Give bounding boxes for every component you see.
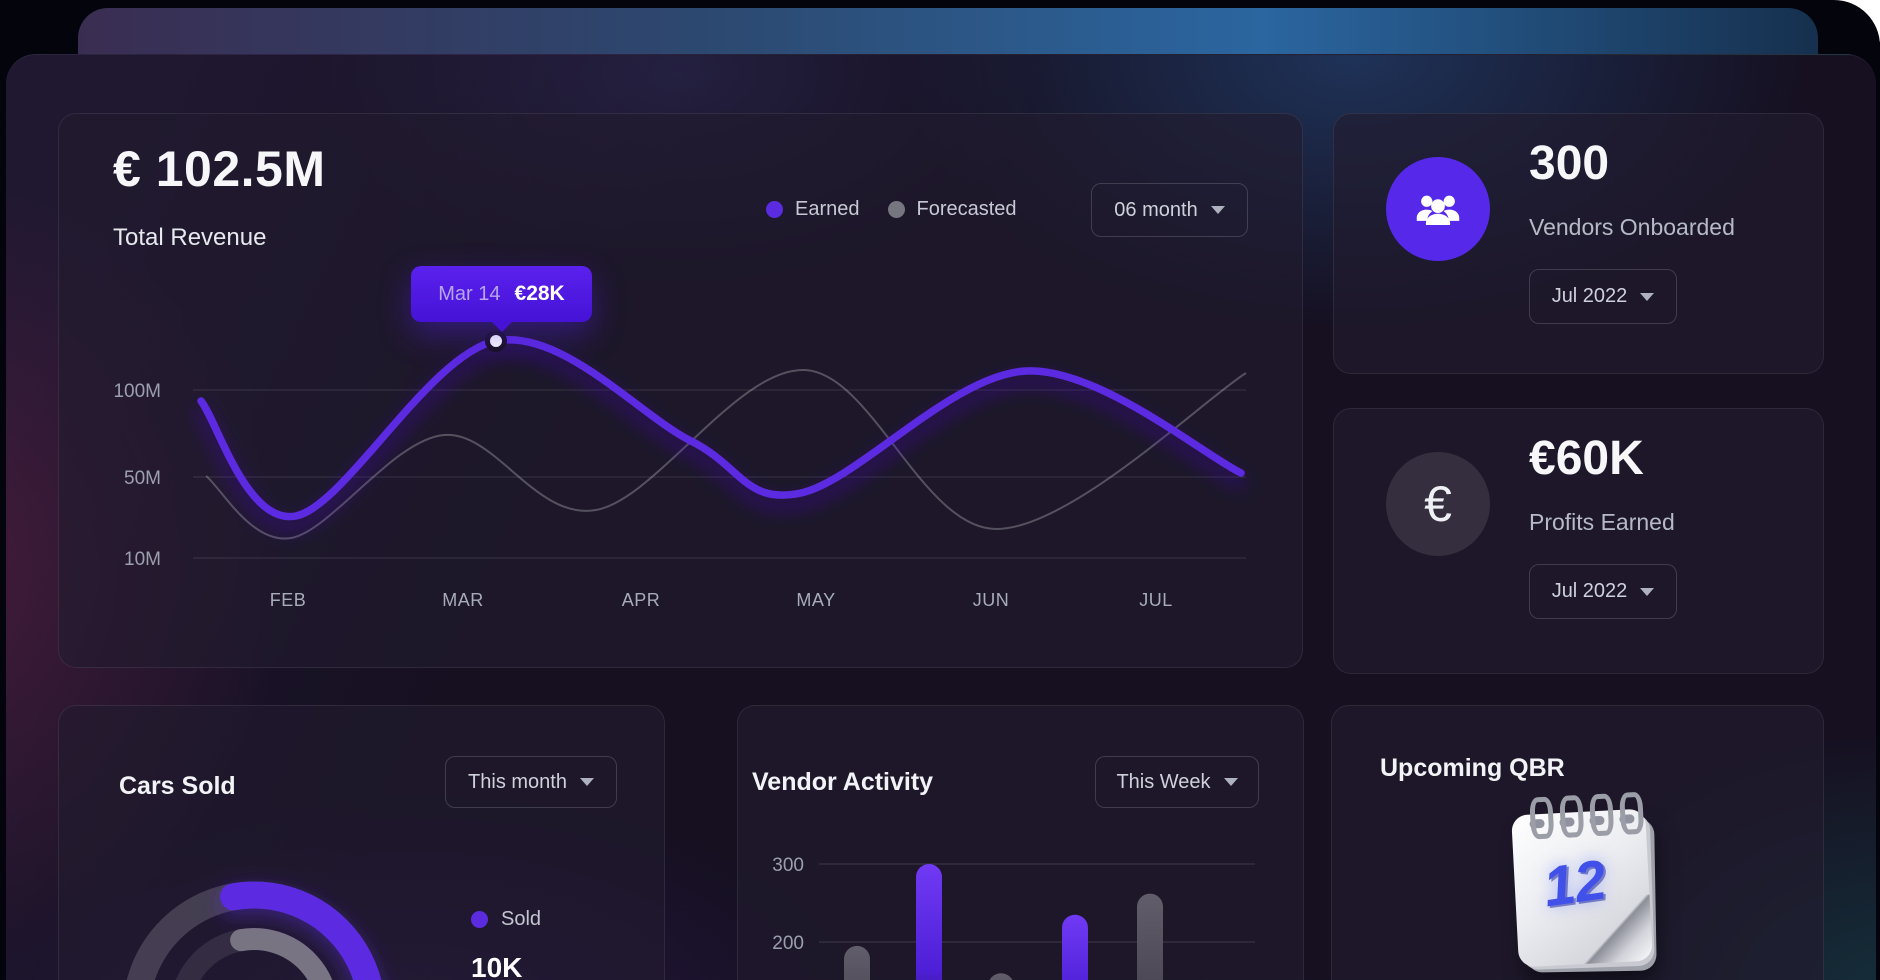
profits-earned-card: € €60K Profits Earned Jul 2022: [1333, 408, 1824, 674]
legend-forecasted-label: Forecasted: [917, 198, 1017, 221]
svg-text:MAR: MAR: [442, 590, 484, 610]
revenue-label: Total Revenue: [113, 224, 266, 252]
chevron-down-icon: [1224, 778, 1238, 786]
calendar-ring-icon: [1559, 795, 1584, 838]
activity-range-dropdown[interactable]: This Week: [1095, 756, 1259, 808]
svg-text:APR: APR: [622, 590, 661, 610]
vendors-month-dropdown[interactable]: Jul 2022: [1529, 269, 1677, 324]
revenue-legend: Earned Forecasted: [766, 198, 1017, 221]
legend-earned-label: Earned: [795, 198, 860, 221]
profits-label: Profits Earned: [1529, 509, 1675, 536]
sold-legend[interactable]: Sold: [471, 908, 541, 931]
svg-text:50M: 50M: [124, 468, 161, 489]
cars-range-dropdown[interactable]: This month: [445, 756, 617, 808]
svg-text:10M: 10M: [124, 549, 161, 570]
people-icon: [1413, 184, 1463, 234]
calendar-icon: 12: [1511, 809, 1653, 968]
chevron-down-icon: [1640, 588, 1654, 596]
profits-month-value: Jul 2022: [1552, 580, 1628, 603]
chevron-down-icon: [580, 778, 594, 786]
calendar-ring-icon: [1589, 793, 1614, 836]
profits-month-dropdown[interactable]: Jul 2022: [1529, 564, 1677, 619]
upcoming-qbr-card: Upcoming QBR 12: [1331, 705, 1824, 980]
revenue-range-value: 06 month: [1114, 199, 1197, 222]
vendors-onboarded-card: 300 Vendors Onboarded Jul 2022: [1333, 113, 1824, 374]
cars-donut-chart: [59, 706, 664, 980]
euro-icon: €: [1424, 475, 1452, 533]
vendors-label: Vendors Onboarded: [1529, 214, 1735, 241]
vendors-value: 300: [1529, 136, 1609, 191]
sold-value: 10K: [471, 952, 522, 980]
calendar-ring-icon: [1529, 796, 1554, 839]
chevron-down-icon: [1211, 206, 1225, 214]
calendar-page-curl: [1574, 894, 1653, 964]
revenue-amount: € 102.5M: [113, 140, 325, 198]
total-revenue-card: 100M 50M 10M FEB MAR APR MAY JUN JUL € 102.5M To…: [58, 113, 1303, 668]
legend-earned[interactable]: Earned: [766, 198, 860, 221]
svg-text:JUN: JUN: [973, 590, 1010, 610]
svg-text:200: 200: [772, 933, 804, 954]
svg-text:300: 300: [772, 855, 804, 876]
profits-value: €60K: [1529, 431, 1644, 486]
profits-icon-circle: €: [1386, 452, 1490, 556]
cars-sold-title: Cars Sold: [119, 772, 236, 801]
sold-dot-icon: [471, 911, 488, 928]
qbr-title: Upcoming QBR: [1380, 754, 1565, 783]
revenue-range-dropdown[interactable]: 06 month: [1091, 183, 1248, 237]
cars-range-value: This month: [468, 771, 567, 794]
chevron-down-icon: [1640, 293, 1654, 301]
legend-forecasted[interactable]: Forecasted: [888, 198, 1017, 221]
dashboard-root: 100M 50M 10M FEB MAR APR MAY JUN JUL € 102.5M To…: [0, 0, 1880, 980]
activity-range-value: This Week: [1116, 771, 1210, 794]
forecasted-dot-icon: [888, 201, 905, 218]
earned-dot-icon: [766, 201, 783, 218]
cars-sold-card: Cars Sold This month Sold 10K: [58, 705, 665, 980]
vendor-activity-bar-chart: 300 200: [738, 706, 1303, 980]
calendar-ring-icon: [1619, 792, 1644, 835]
svg-text:MAY: MAY: [796, 590, 835, 610]
svg-text:100M: 100M: [113, 381, 161, 402]
svg-text:FEB: FEB: [270, 590, 307, 610]
vendor-activity-title: Vendor Activity: [752, 768, 933, 797]
sold-legend-label: Sold: [501, 908, 541, 931]
vendors-icon-circle: [1386, 157, 1490, 261]
vendors-month-value: Jul 2022: [1552, 285, 1628, 308]
svg-text:JUL: JUL: [1139, 590, 1173, 610]
vendor-activity-card: 300 200 Vendor Activity This Week: [737, 705, 1304, 980]
